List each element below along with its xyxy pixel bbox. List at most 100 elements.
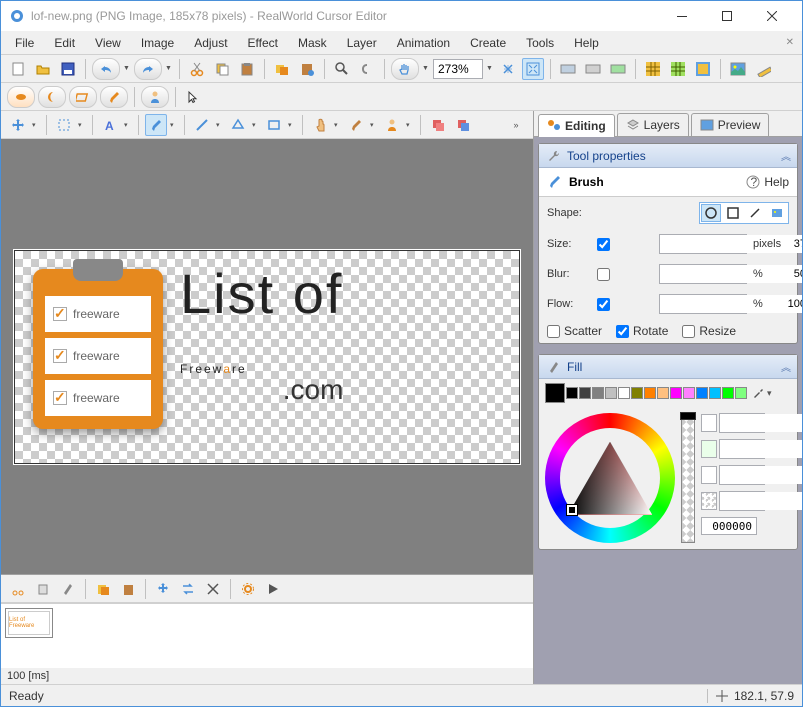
menu-file[interactable]: File	[5, 33, 44, 53]
frame-gear-icon[interactable]	[237, 578, 259, 600]
menu-view[interactable]: View	[85, 33, 131, 53]
text-tool-icon[interactable]: A	[99, 114, 121, 136]
logo-text: List of Freeware .com	[180, 261, 343, 406]
script-icon[interactable]	[356, 58, 378, 80]
blur-check[interactable]	[597, 268, 610, 281]
menu-tools[interactable]: Tools	[516, 33, 564, 53]
redo-icon[interactable]	[134, 58, 162, 80]
tab-editing[interactable]: Editing	[538, 114, 615, 137]
grid-1-icon[interactable]	[642, 58, 664, 80]
rotate-check[interactable]: Rotate	[616, 324, 668, 338]
help-link[interactable]: ?Help	[746, 175, 789, 189]
copy-icon[interactable]	[211, 58, 233, 80]
menu-adjust[interactable]: Adjust	[184, 33, 237, 53]
canvas-area[interactable]: freeware freeware freeware List of Freew…	[1, 139, 533, 574]
frame-copy-icon[interactable]	[32, 578, 54, 600]
brush-tool-icon[interactable]	[100, 86, 128, 108]
new-icon[interactable]	[7, 58, 29, 80]
menu-layer[interactable]: Layer	[337, 33, 387, 53]
frame-thumb[interactable]: List of Freeware	[5, 608, 53, 638]
tab-preview[interactable]: Preview	[691, 113, 770, 136]
paste-new-icon[interactable]	[296, 58, 318, 80]
moon-tool-icon[interactable]	[38, 86, 66, 108]
view-1-icon[interactable]	[557, 58, 579, 80]
tab-layers[interactable]: Layers	[617, 113, 689, 136]
flow-check[interactable]	[597, 298, 610, 311]
resize-check[interactable]: Resize	[682, 324, 736, 338]
layers-red-icon[interactable]	[427, 114, 449, 136]
blur-input[interactable]: ▲▼	[659, 264, 747, 284]
clone-tool-icon[interactable]	[381, 114, 403, 136]
flow-input[interactable]: ▲▼	[659, 294, 747, 314]
menu-image[interactable]: Image	[131, 33, 184, 53]
more-icon[interactable]: »	[505, 114, 527, 136]
view-3-icon[interactable]	[607, 58, 629, 80]
paste-icon[interactable]	[236, 58, 258, 80]
maximize-button[interactable]	[704, 2, 749, 31]
collapse-icon[interactable]: ︽	[781, 359, 791, 374]
menu-help[interactable]: Help	[564, 33, 609, 53]
line-tool-icon[interactable]	[191, 114, 213, 136]
zoom-input[interactable]: 273%	[433, 59, 483, 79]
frame-play-icon[interactable]	[262, 578, 284, 600]
finger-tool-icon[interactable]	[309, 114, 331, 136]
save-icon[interactable]	[57, 58, 79, 80]
alpha-slider[interactable]	[681, 413, 695, 543]
shape-tool-icon[interactable]	[69, 86, 97, 108]
close-button[interactable]	[749, 2, 794, 31]
size-check[interactable]	[597, 238, 610, 251]
grid-3-icon[interactable]	[692, 58, 714, 80]
hex-input[interactable]	[701, 517, 757, 535]
menu-mask[interactable]: Mask	[288, 33, 337, 53]
frame-cut-icon[interactable]	[7, 578, 29, 600]
frame-dup-icon[interactable]	[92, 578, 114, 600]
frame-move-icon[interactable]	[152, 578, 174, 600]
view-2-icon[interactable]	[582, 58, 604, 80]
val-0[interactable]: ▲▼	[719, 413, 765, 433]
frame-del-icon[interactable]	[202, 578, 224, 600]
layers-blue-icon[interactable]	[452, 114, 474, 136]
ellipse-tool-icon[interactable]	[7, 86, 35, 108]
move-tool-icon[interactable]	[7, 114, 29, 136]
shape-selector[interactable]	[699, 202, 789, 224]
copy-merged-icon[interactable]	[271, 58, 293, 80]
picture-icon[interactable]	[727, 58, 749, 80]
brush-draw-icon[interactable]	[145, 114, 167, 136]
minimize-button[interactable]	[659, 2, 704, 31]
smudge-tool-icon[interactable]	[345, 114, 367, 136]
rect-tool-icon[interactable]	[263, 114, 285, 136]
val-1[interactable]: ▲▼	[719, 439, 765, 459]
current-color[interactable]	[545, 383, 565, 403]
select-tool-icon[interactable]	[53, 114, 75, 136]
color-picker-cursor[interactable]	[567, 505, 577, 515]
grid-2-icon[interactable]	[667, 58, 689, 80]
menu-edit[interactable]: Edit	[44, 33, 85, 53]
val-3[interactable]: ▲▼	[719, 491, 765, 511]
frame-paste-icon[interactable]	[57, 578, 79, 600]
zoom-out-icon[interactable]	[497, 58, 519, 80]
frame-new-icon[interactable]	[117, 578, 139, 600]
poly-tool-icon[interactable]	[227, 114, 249, 136]
size-input[interactable]: ▲▼	[659, 234, 747, 254]
eyedropper-icon[interactable]	[752, 387, 764, 399]
menu-effect[interactable]: Effect	[238, 33, 288, 53]
menu-create[interactable]: Create	[460, 33, 516, 53]
open-icon[interactable]	[32, 58, 54, 80]
app-icon	[9, 8, 25, 24]
close-doc-icon[interactable]: ✕	[786, 37, 794, 48]
logo-clipboard: freeware freeware freeware	[33, 269, 163, 429]
frame-swap-icon[interactable]	[177, 578, 199, 600]
menu-animation[interactable]: Animation	[387, 33, 460, 53]
zoom-fit-icon[interactable]	[522, 58, 544, 80]
person-tool-icon[interactable]	[141, 86, 169, 108]
collapse-icon[interactable]: ︽	[781, 148, 791, 163]
ruler-icon[interactable]	[752, 58, 774, 80]
scatter-check[interactable]: Scatter	[547, 324, 602, 338]
cut-icon[interactable]	[186, 58, 208, 80]
color-wheel[interactable]	[545, 413, 675, 543]
magnify-icon[interactable]	[331, 58, 353, 80]
val-2[interactable]: ▲▼	[719, 465, 765, 485]
undo-icon[interactable]	[92, 58, 120, 80]
hand-icon[interactable]	[391, 58, 419, 80]
cursor-tool-icon[interactable]	[182, 86, 204, 108]
